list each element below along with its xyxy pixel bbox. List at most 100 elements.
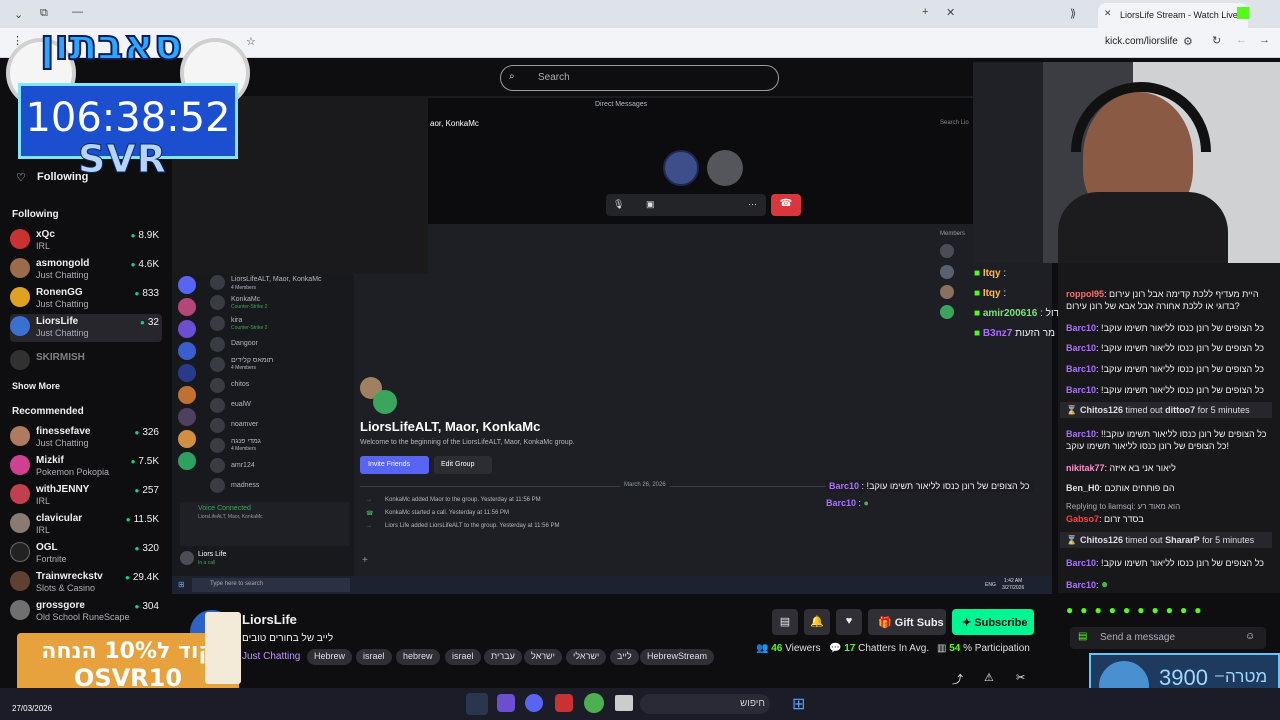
chat-settings-icon[interactable]: ▤ [1078,631,1087,642]
server-icon[interactable] [178,320,196,338]
chat-user[interactable]: Barc10 [1066,323,1096,333]
emote-bar[interactable]: ●●●●●●●●●● [1066,603,1266,619]
sidebar-channel-trainwreckstv[interactable]: Trainwreckstv Slots & Casino 29.4K [10,569,162,597]
chrome-app-icon[interactable] [584,693,604,713]
chat-user[interactable]: Barc10 [1066,364,1096,374]
sidebar-channel-ronengg[interactable]: RonenGG Just Chatting 833 [10,285,162,313]
server-icon[interactable] [178,364,196,382]
star-icon[interactable]: ☆ [246,35,256,48]
hangup-button[interactable]: ☎ [771,194,801,216]
chat-user[interactable]: Barc10 [1066,385,1096,395]
chat-user[interactable]: Gabso7 [1066,514,1099,524]
tag[interactable]: HebrewStream [640,649,715,665]
tag[interactable]: Hebrew [307,649,353,665]
clip-icon[interactable]: ✂ [1016,671,1025,684]
sidebar-channel-finessefave[interactable]: finessefave Just Chatting 326 [10,424,162,452]
dm-item-noamver[interactable]: noamver [231,421,258,428]
chat-user[interactable]: Barc10 [1066,558,1096,568]
chat-user[interactable]: Ben_H0 [1066,483,1100,493]
chat-user[interactable]: Barc10 [1066,343,1096,353]
server-icon[interactable] [178,430,196,448]
chat-user[interactable]: Barc10 [1066,429,1096,439]
tag[interactable]: ישראלי [566,649,607,665]
camera-icon[interactable]: ▣ [646,199,655,210]
sidebar-channel-ogl[interactable]: OGL Fortnite 320 [10,540,162,568]
chat-message-input[interactable]: Send a message [1070,627,1266,649]
taskbar-search[interactable]: חיפוש [640,694,770,714]
back-icon[interactable]: → [1259,34,1270,46]
windows-start-icon[interactable]: ⊞ [792,694,810,713]
category-link[interactable]: Just Chatting [242,651,300,662]
dm-item-dangoor[interactable]: Dangoor [231,340,258,347]
emoji-icon[interactable]: ☺ [1245,631,1255,642]
steam-app-icon[interactable] [466,693,488,715]
notification-bell-icon[interactable]: 🔔 [804,609,830,635]
sidebar-channel-liorslife[interactable]: LiorsLife Just Chatting 32 [10,314,162,342]
sidebar-channel-xqc[interactable]: xQc IRL 8.9K [10,227,162,255]
files-app-icon[interactable] [615,695,633,711]
server-icon[interactable] [178,386,196,404]
dm-item-group[interactable]: LiorsLifeALT, Maor, KonkaMc [231,276,322,283]
follow-heart-icon[interactable]: ♥ [836,609,862,635]
sidebar-channel-clavicular[interactable]: clavicular IRL 11.5K [10,511,162,539]
streamer-name[interactable]: LiorsLife [242,612,297,627]
sidebar-channel-withjenny[interactable]: withJENNY IRL 257 [10,482,162,510]
minimize-icon[interactable]: — [72,6,83,18]
sidebar-channel-mizkif[interactable]: Mizkif Pokemon Pokopia 7.5K [10,453,162,481]
share-icon[interactable]: ⤴ [952,671,963,687]
tag[interactable]: israel [356,649,392,665]
tab-favicon-icon[interactable]: ⟫ [1070,7,1076,20]
app-icon[interactable] [555,694,573,712]
reload-icon[interactable]: ↻ [1212,34,1221,47]
discord-message-input[interactable]: + [362,552,922,568]
url-field[interactable]: kick.com/liorslife [1105,36,1178,47]
sidebar-channel-asmongold[interactable]: asmongold Just Chatting 4.6K [10,256,162,284]
tune-icon[interactable]: ⚙ [1183,35,1193,48]
dm-item-amr124[interactable]: amr124 [231,462,255,469]
forward-icon[interactable]: ← [1236,34,1247,46]
invite-friends-button[interactable]: Invite Friends [360,456,429,474]
edit-group-button[interactable]: Edit Group [434,456,492,474]
chat-user[interactable]: nikitak77 [1066,463,1105,473]
dm-item-group2[interactable]: תומאס קלידים [231,357,273,364]
tag[interactable]: לייב [610,649,639,665]
dm-item-konkamc[interactable]: KonkaMc [231,296,260,303]
chat-user[interactable]: Barc10 [1066,580,1096,590]
tag[interactable]: ישראל [524,649,562,665]
tag[interactable]: hebrew [396,649,440,665]
show-more-link[interactable]: Show More [12,381,60,391]
viewer-count: 7.5K [131,456,159,467]
app-icon[interactable] [497,694,515,712]
report-icon[interactable]: ⚠ [984,671,994,684]
restore-icon[interactable]: ⧉ [40,7,48,20]
server-icon[interactable] [178,452,196,470]
server-icon[interactable] [178,298,196,316]
more-icon[interactable]: ⋯ [748,199,757,210]
new-tab-icon[interactable]: + [922,6,928,18]
sidebar-channel-skirmish[interactable]: SKIRMISH [10,348,162,376]
server-icon[interactable] [178,276,196,294]
close-icon[interactable]: ✕ [946,6,955,19]
dm-item-madness[interactable]: madness [231,482,259,489]
dm-avatar [210,275,225,290]
tab-active[interactable]: LiorsLife Stream - Watch Live o [1098,3,1248,28]
discord-app-icon[interactable] [525,694,543,712]
members-label: Members [940,231,966,237]
search-input[interactable]: Search [500,65,779,91]
tag[interactable]: עברית [484,649,522,665]
dm-item-chitos[interactable]: chitos [231,381,249,388]
theater-mode-button[interactable]: ▤ [772,609,798,635]
gift-subs-button[interactable]: 🎁 Gift Subs [868,609,946,635]
mic-icon[interactable]: 🎙 [613,199,624,210]
server-icon[interactable] [178,342,196,360]
sidebar-channel-grossgore[interactable]: grossgore Old School RuneScape 304 [10,598,162,626]
tag[interactable]: israel [445,649,481,665]
chat-user[interactable]: roppol95 [1066,289,1104,299]
dm-item-eualw[interactable]: eualW [231,401,251,408]
tab-search-icon[interactable]: ⌄ [14,8,23,21]
tab-close-icon[interactable]: ✕ [1104,8,1112,19]
dm-item-kira[interactable]: kira [231,317,242,324]
dm-item-group3[interactable]: גמדי פנגה [231,438,261,445]
server-icon[interactable] [178,408,196,426]
subscribe-button[interactable]: ✦ Subscribe [952,609,1034,635]
